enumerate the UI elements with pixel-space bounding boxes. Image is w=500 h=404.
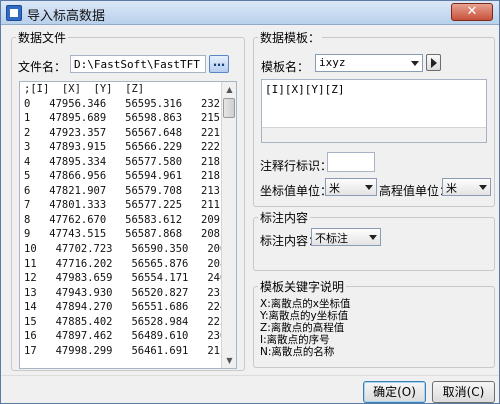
data-rows: ;[I] [X] [Y] [Z] 0 47956.346 56595.316 23…	[20, 82, 236, 358]
keywords-list: X:离散点的x坐标值 Y:离散点的y坐标值 Z:离散点的高程值 I:离散点的序号…	[260, 298, 350, 358]
keywords-group-title: 模板关键字说明	[258, 278, 347, 295]
elev-unit-value: 米	[446, 182, 457, 195]
data-file-group-title: 数据文件	[16, 29, 69, 46]
keyword-line: Y:离散点的y坐标值	[260, 310, 349, 322]
data-row[interactable]: 7 47801.333 56577.225 211.500	[20, 198, 236, 213]
keyword-line: I:离散点的序号	[260, 334, 330, 346]
coord-unit-value: 米	[329, 182, 340, 195]
chevron-down-icon	[369, 235, 377, 240]
data-row[interactable]: 11 47716.202 56565.876 208.600	[20, 257, 236, 272]
keyword-line: N:离散点的名称	[260, 346, 335, 358]
annotation-group-title: 标注内容	[258, 209, 311, 226]
elev-unit-label: 高程值单位：	[379, 184, 452, 198]
chevron-down-icon	[479, 185, 487, 190]
window-title: 导入标高数据	[27, 9, 106, 24]
app-icon	[6, 5, 22, 21]
annotation-content-value: 不标注	[315, 232, 348, 245]
data-row[interactable]: 9 47743.515 56587.868 208.500	[20, 227, 236, 242]
scroll-thumb[interactable]	[223, 98, 235, 118]
data-row[interactable]: 14 47894.270 56551.686 224.200	[20, 300, 236, 315]
ok-button[interactable]: 确定(O)	[363, 381, 426, 403]
data-row[interactable]: 6 47821.907 56579.708 213.300	[20, 184, 236, 199]
template-name-value: ixyz	[319, 56, 346, 69]
comment-mark-input[interactable]	[327, 152, 375, 172]
cancel-button[interactable]: 取消(C)	[432, 381, 495, 403]
coord-unit-label: 坐标值单位：	[260, 184, 333, 198]
play-arrow-icon	[431, 58, 437, 68]
data-row[interactable]: 5 47866.956 56594.961 218.000	[20, 169, 236, 184]
data-row[interactable]: 10 47702.723 56590.350 206.900	[20, 242, 236, 257]
data-row[interactable]: 12 47983.659 56554.171 240.500	[20, 271, 236, 286]
browse-button[interactable]: …	[209, 55, 229, 73]
template-name-label: 模板名：	[261, 60, 310, 74]
data-row[interactable]: ;[I] [X] [Y] [Z]	[20, 82, 236, 97]
template-format-text[interactable]: [I][X][Y][Z]	[261, 79, 487, 143]
coord-unit-select[interactable]: 米	[325, 178, 377, 196]
preview-scrollbar[interactable]: ▲ ▼	[221, 82, 236, 368]
keyword-line: Z:离散点的高程值	[260, 322, 345, 334]
scroll-up-icon[interactable]: ▲	[222, 82, 236, 97]
data-row[interactable]: 13 47943.930 56520.827 235.300	[20, 286, 236, 301]
template-format-value: [I][X][Y][Z]	[265, 83, 345, 96]
chevron-down-icon	[365, 185, 373, 190]
template-format-scrollbar[interactable]	[262, 127, 486, 142]
filename-label: 文件名：	[18, 60, 67, 74]
data-row[interactable]: 3 47893.915 56566.229 222.700	[20, 140, 236, 155]
chevron-down-icon	[411, 61, 419, 66]
title-bar: 导入标高数据 ✕	[1, 1, 499, 25]
template-name-select[interactable]: ixyz	[315, 54, 423, 72]
data-row[interactable]: 4 47895.334 56577.580 218.800	[20, 155, 236, 170]
elev-unit-select[interactable]: 米	[442, 178, 491, 196]
data-row[interactable]: 16 47897.462 56489.610 230.500	[20, 329, 236, 344]
comment-mark-label: 注释行标识：	[260, 159, 333, 173]
data-row[interactable]: 1 47895.689 56598.863 215.300	[20, 111, 236, 126]
data-row[interactable]: 2 47923.357 56567.648 221.700	[20, 126, 236, 141]
data-row[interactable]: 15 47885.402 56528.984 225.800	[20, 315, 236, 330]
data-row[interactable]: 17 47998.299 56461.691 211.400	[20, 344, 236, 359]
template-next-button[interactable]	[426, 54, 441, 71]
keyword-line: X:离散点的x坐标值	[260, 298, 351, 310]
import-elevation-dialog: 导入标高数据 ✕ 数据文件 文件名： D:\FastSoft\FastTFT V…	[0, 0, 500, 404]
scroll-down-icon[interactable]: ▼	[222, 353, 236, 368]
filename-field[interactable]: D:\FastSoft\FastTFT V12.	[70, 55, 206, 73]
template-group-title: 数据模板：	[258, 29, 323, 46]
close-button[interactable]: ✕	[451, 3, 493, 21]
annotation-content-select[interactable]: 不标注	[311, 228, 381, 246]
data-row[interactable]: 8 47762.670 56583.612 209.300	[20, 213, 236, 228]
data-row[interactable]: 0 47956.346 56595.316 232.700	[20, 97, 236, 112]
data-preview-list[interactable]: ;[I] [X] [Y] [Z] 0 47956.346 56595.316 23…	[19, 81, 237, 369]
